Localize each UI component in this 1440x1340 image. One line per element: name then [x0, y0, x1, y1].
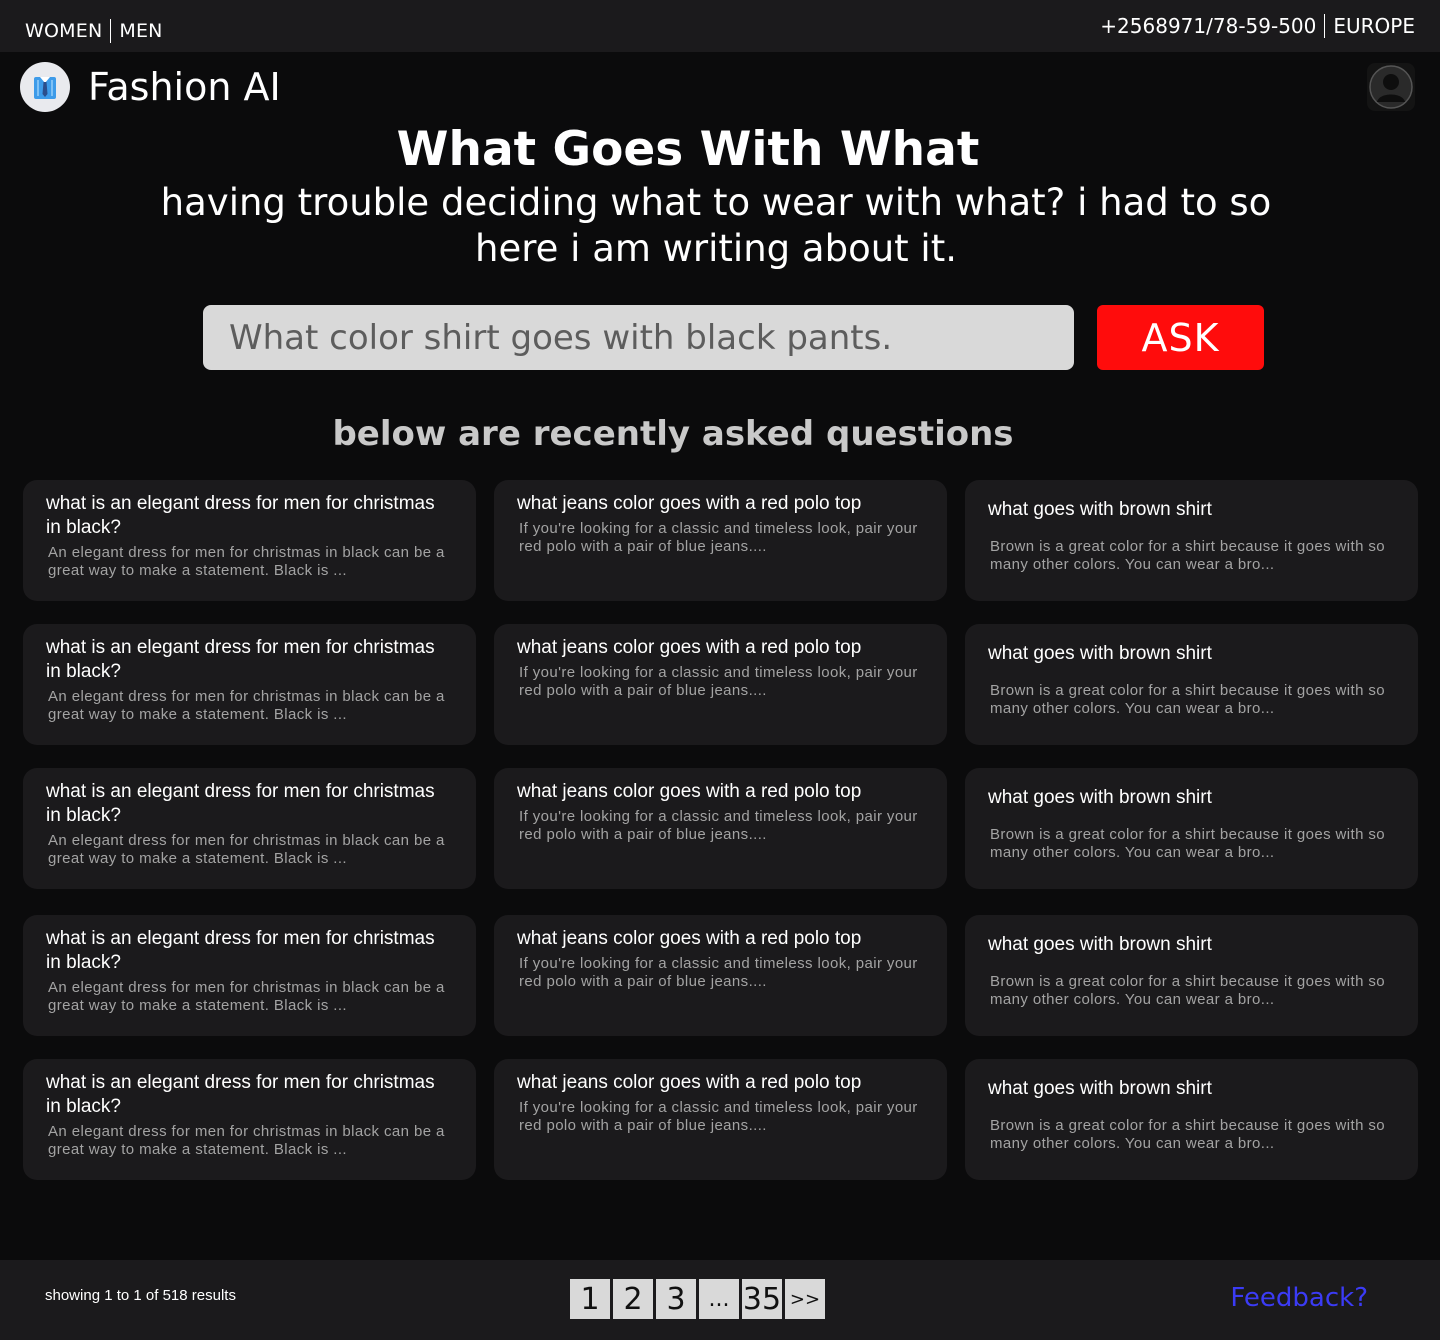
answer-snippet: If you're looking for a classic and time… [519, 808, 918, 843]
nav-men-link[interactable]: MEN [119, 20, 162, 42]
question-title: what goes with brown shirt [988, 643, 1212, 664]
question-title: what goes with brown shirt [988, 787, 1212, 808]
answer-snippet: If you're looking for a classic and time… [519, 955, 918, 990]
brand-name: Fashion AI [88, 65, 281, 109]
question-title: what is an elegant dress for men for chr… [46, 781, 435, 826]
answer-snippet: If you're looking for a classic and time… [519, 520, 918, 555]
question-card[interactable]: what is an elegant dress for men for chr… [23, 915, 476, 1036]
page-title: What Goes With What [396, 122, 980, 177]
answer-snippet: Brown is a great color for a shirt becau… [990, 538, 1386, 573]
divider [1324, 14, 1326, 38]
question-card[interactable]: what jeans color goes with a red polo to… [494, 915, 947, 1036]
answer-snippet: An elegant dress for men for christmas i… [48, 688, 445, 723]
answer-snippet: Brown is a great color for a shirt becau… [990, 826, 1386, 861]
question-card[interactable]: what jeans color goes with a red polo to… [494, 480, 947, 601]
question-title: what jeans color goes with a red polo to… [517, 493, 862, 514]
answer-snippet: An elegant dress for men for christmas i… [48, 979, 445, 1014]
page-35-button[interactable]: 35 [742, 1279, 782, 1319]
question-title: what jeans color goes with a red polo to… [517, 928, 862, 949]
question-card[interactable]: what goes with brown shirt Brown is a gr… [965, 480, 1418, 601]
answer-snippet: An elegant dress for men for christmas i… [48, 1123, 445, 1158]
answer-snippet: If you're looking for a classic and time… [519, 1099, 918, 1134]
answer-snippet: Brown is a great color for a shirt becau… [990, 1117, 1386, 1152]
question-input[interactable] [203, 305, 1074, 370]
nav-women-link[interactable]: WOMEN [25, 20, 102, 42]
page-3-button[interactable]: 3 [656, 1279, 696, 1319]
profile-button[interactable] [1367, 63, 1415, 111]
question-card[interactable]: what goes with brown shirt Brown is a gr… [965, 915, 1418, 1036]
answer-snippet: Brown is a great color for a shirt becau… [990, 973, 1386, 1008]
answer-snippet: Brown is a great color for a shirt becau… [990, 682, 1386, 717]
feedback-link[interactable]: Feedback? [1230, 1283, 1368, 1313]
answer-snippet: If you're looking for a classic and time… [519, 664, 918, 699]
shirt-tie-icon [20, 62, 70, 112]
recent-questions-grid: what is an elegant dress for men for chr… [23, 480, 1418, 1180]
gender-nav: WOMEN MEN [25, 19, 163, 43]
question-title: what jeans color goes with a red polo to… [517, 637, 862, 658]
ask-button[interactable]: ASK [1097, 305, 1264, 370]
question-card[interactable]: what goes with brown shirt Brown is a gr… [965, 624, 1418, 745]
question-card[interactable]: what goes with brown shirt Brown is a gr… [965, 1059, 1418, 1180]
question-card[interactable]: what is an elegant dress for men for chr… [23, 768, 476, 889]
answer-snippet: An elegant dress for men for christmas i… [48, 544, 445, 579]
question-title: what goes with brown shirt [988, 499, 1212, 520]
region-selector[interactable]: EUROPE [1333, 14, 1415, 38]
divider [110, 19, 112, 43]
answer-snippet: An elegant dress for men for christmas i… [48, 832, 445, 867]
contact-info: +2568971/78-59-500 EUROPE [1100, 14, 1415, 38]
next-page-button[interactable]: >> [785, 1279, 825, 1319]
question-card[interactable]: what jeans color goes with a red polo to… [494, 624, 947, 745]
recent-questions-heading: below are recently asked questions [332, 414, 1014, 454]
question-title: what is an elegant dress for men for chr… [46, 637, 435, 682]
question-card[interactable]: what is an elegant dress for men for chr… [23, 1059, 476, 1180]
user-silhouette-icon [1369, 65, 1413, 109]
question-title: what is an elegant dress for men for chr… [46, 1072, 435, 1117]
brand-logo[interactable]: Fashion AI [20, 62, 281, 112]
question-title: what goes with brown shirt [988, 1078, 1212, 1099]
page-2-button[interactable]: 2 [613, 1279, 653, 1319]
question-card[interactable]: what jeans color goes with a red polo to… [494, 1059, 947, 1180]
results-count: showing 1 to 1 of 518 results [45, 1287, 236, 1304]
question-card[interactable]: what goes with brown shirt Brown is a gr… [965, 768, 1418, 889]
question-card[interactable]: what is an elegant dress for men for chr… [23, 480, 476, 601]
pagination: 1 2 3 ... 35 >> [570, 1279, 825, 1319]
question-title: what jeans color goes with a red polo to… [517, 781, 862, 802]
question-title: what jeans color goes with a red polo to… [517, 1072, 862, 1093]
page-subtitle: having trouble deciding what to wear wit… [160, 181, 1272, 270]
page-1-button[interactable]: 1 [570, 1279, 610, 1319]
page-ellipsis: ... [699, 1279, 739, 1319]
question-card[interactable]: what is an elegant dress for men for chr… [23, 624, 476, 745]
question-title: what is an elegant dress for men for chr… [46, 928, 435, 973]
question-title: what goes with brown shirt [988, 934, 1212, 955]
question-title: what is an elegant dress for men for chr… [46, 493, 435, 538]
question-card[interactable]: what jeans color goes with a red polo to… [494, 768, 947, 889]
footer: showing 1 to 1 of 518 results 1 2 3 ... … [0, 1260, 1440, 1340]
top-bar: WOMEN MEN +2568971/78-59-500 EUROPE [0, 0, 1440, 52]
phone-number: +2568971/78-59-500 [1100, 14, 1317, 38]
